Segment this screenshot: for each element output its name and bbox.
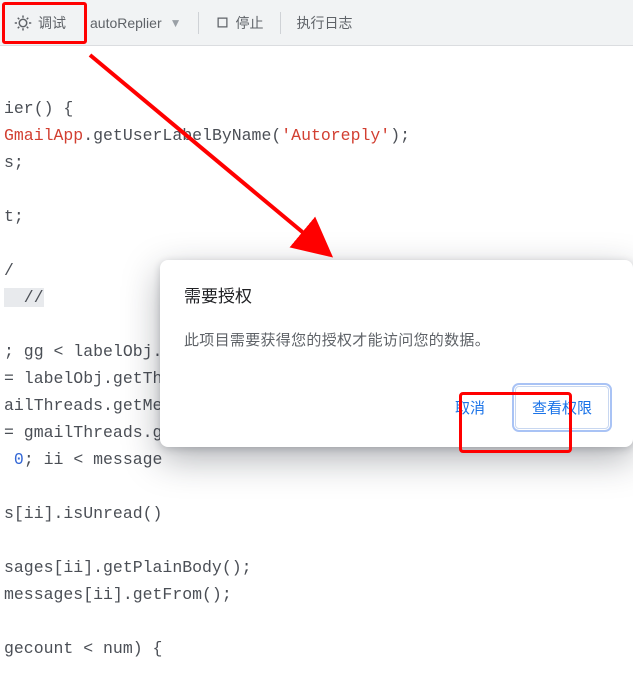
code-token-string: 'Autoreply'	[281, 126, 390, 145]
debug-label: 调试	[38, 13, 66, 33]
code-token-class: GmailApp	[4, 126, 83, 145]
stop-icon	[215, 15, 230, 30]
debug-icon	[14, 14, 32, 32]
view-permissions-button[interactable]: 查看权限	[515, 386, 609, 429]
code-line: messages[ii].getFrom();	[4, 585, 232, 604]
toolbar: 调试 autoReplier ▼ 停止 执行日志	[0, 0, 633, 46]
code-line: = labelObj.getTh	[4, 369, 162, 388]
dialog-actions: 取消 查看权限	[184, 386, 609, 429]
code-token: .getUserLabelByName(	[83, 126, 281, 145]
debug-button[interactable]: 调试	[2, 5, 78, 41]
code-line: /	[4, 261, 14, 280]
toolbar-separator	[198, 12, 199, 34]
log-label: 执行日志	[297, 13, 353, 33]
code-token-number: 0	[14, 450, 24, 469]
code-line: t;	[4, 207, 24, 226]
code-line: s[ii].isUnread()	[4, 504, 162, 523]
code-line: sages[ii].getPlainBody();	[4, 558, 252, 577]
code-line: = gmailThreads.g	[4, 423, 162, 442]
code-token: );	[390, 126, 410, 145]
dialog-body: 此项目需要获得您的授权才能访问您的数据。	[184, 329, 609, 350]
code-line: ailThreads.getMe	[4, 396, 162, 415]
chevron-down-icon: ▼	[170, 16, 182, 30]
code-line-active: //	[4, 288, 44, 307]
code-line: ier() {	[4, 99, 73, 118]
function-selector[interactable]: autoReplier ▼	[78, 7, 194, 39]
function-name: autoReplier	[90, 15, 162, 31]
execution-log-button[interactable]: 执行日志	[285, 5, 365, 41]
toolbar-separator	[280, 12, 281, 34]
code-line: s;	[4, 153, 24, 172]
code-token	[4, 450, 14, 469]
code-line: ; gg < labelObj.	[4, 342, 162, 361]
code-line: gecount < num) {	[4, 639, 162, 658]
stop-button[interactable]: 停止	[203, 5, 276, 41]
dialog-title: 需要授权	[184, 282, 609, 307]
code-token: ; ii < message	[24, 450, 163, 469]
cancel-button[interactable]: 取消	[443, 387, 497, 428]
stop-label: 停止	[236, 13, 264, 33]
authorization-dialog: 需要授权 此项目需要获得您的授权才能访问您的数据。 取消 查看权限	[160, 260, 633, 447]
